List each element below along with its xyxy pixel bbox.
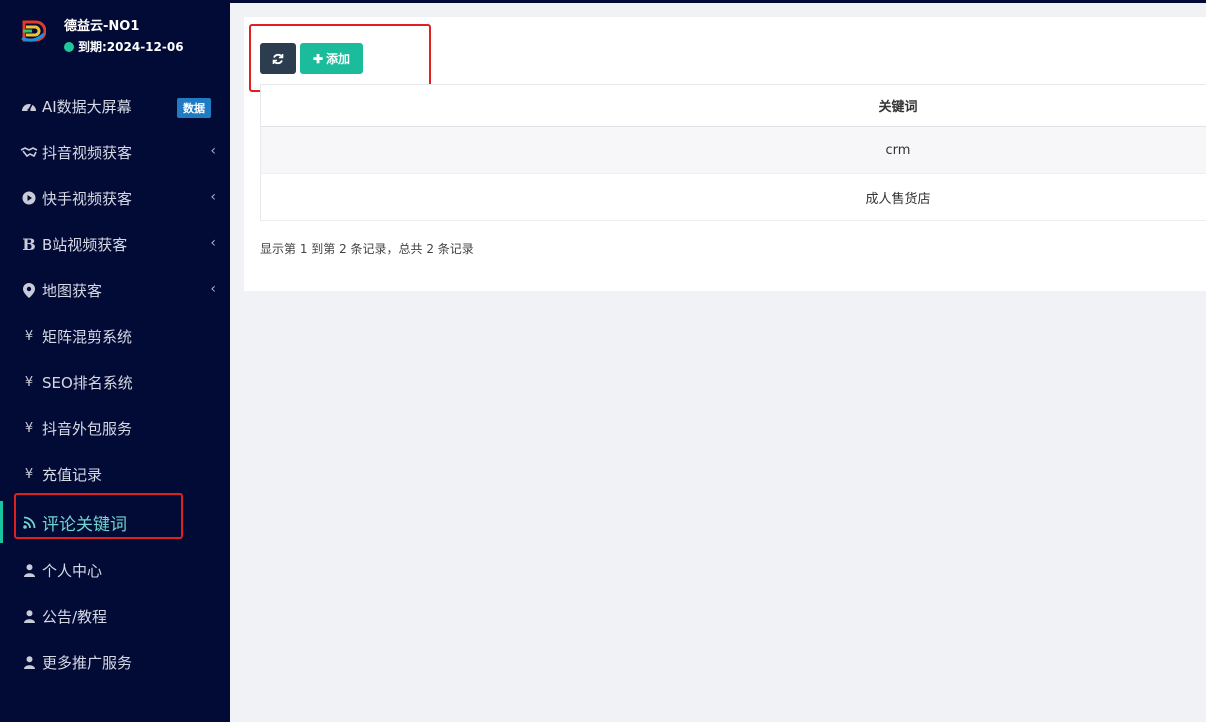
- yen-icon: ¥: [24, 374, 34, 390]
- table-left-border: [260, 84, 261, 221]
- brand-logo-icon: [21, 20, 46, 42]
- sidebar-item-douyin-outsourcing[interactable]: ¥ 抖音外包服务: [0, 405, 230, 451]
- sidebar-item-announcements[interactable]: 公告/教程: [0, 593, 230, 639]
- online-status-dot: [64, 41, 74, 52]
- top-border: [230, 0, 1206, 3]
- sidebar-item-douyin-video[interactable]: 抖音视频获客 ‹: [0, 129, 230, 175]
- keyword-cell: 成人售货店: [260, 173, 1206, 221]
- sidebar-item-label: 公告/教程: [42, 607, 108, 626]
- sidebar-item-label: 充值记录: [42, 465, 103, 484]
- expire-status: 到期:2024-12-06: [64, 38, 184, 55]
- column-header-keyword[interactable]: 关键词: [260, 84, 1206, 127]
- sidebar-item-label: 抖音外包服务: [42, 419, 133, 438]
- highlight-box-toolbar: [249, 24, 431, 92]
- user-icon: [20, 563, 38, 577]
- sidebar-item-label: 个人中心: [42, 561, 103, 580]
- sidebar-item-label: AI数据大屏幕: [42, 97, 132, 116]
- dashboard-icon: [20, 99, 38, 113]
- sidebar-item-more-promotion[interactable]: 更多推广服务: [0, 639, 230, 685]
- table-row[interactable]: crm: [260, 126, 1206, 174]
- sidebar-item-label: 地图获客: [42, 281, 103, 300]
- table-row[interactable]: 成人售货店: [260, 173, 1206, 221]
- bold-b-icon: B: [22, 234, 36, 254]
- sidebar-menu: AI数据大屏幕 数据 抖音视频获客 ‹ 快手视频获客 ‹ B B站视频获客 ‹: [0, 83, 230, 685]
- chevron-left-icon: ‹: [210, 281, 216, 297]
- sidebar-item-recharge-records[interactable]: ¥ 充值记录: [0, 451, 230, 497]
- data-badge: 数据: [177, 98, 211, 118]
- sidebar-item-label: SEO排名系统: [42, 373, 133, 392]
- yen-icon: ¥: [24, 420, 34, 436]
- keyword-table: 关键词 crm 成人售货店: [260, 84, 1206, 221]
- sidebar-item-label: B站视频获客: [42, 235, 128, 254]
- sidebar-item-label: 矩阵混剪系统: [42, 327, 133, 346]
- sidebar-item-matrix-edit[interactable]: ¥ 矩阵混剪系统: [0, 313, 230, 359]
- brand-header: 德益云-NO1 到期:2024-12-06: [0, 0, 230, 80]
- table-header-row: 关键词: [260, 84, 1206, 127]
- user-icon: [20, 655, 38, 669]
- user-icon: [20, 609, 38, 623]
- map-marker-icon: [20, 282, 38, 298]
- chevron-left-icon: ‹: [210, 189, 216, 205]
- sidebar-item-bilibili-video[interactable]: B B站视频获客 ‹: [0, 221, 230, 267]
- sidebar-item-map[interactable]: 地图获客 ‹: [0, 267, 230, 313]
- brand-name: 德益云-NO1: [64, 19, 140, 34]
- pagination-info: 显示第 1 到第 2 条记录，总共 2 条记录: [260, 242, 474, 256]
- sidebar-item-personal-center[interactable]: 个人中心: [0, 547, 230, 593]
- play-circle-icon: [20, 191, 38, 205]
- chevron-left-icon: ‹: [210, 143, 216, 159]
- yen-icon: ¥: [24, 466, 34, 482]
- sidebar-item-kuaishou-video[interactable]: 快手视频获客 ‹: [0, 175, 230, 221]
- expire-date: 到期:2024-12-06: [78, 40, 184, 54]
- chevron-left-icon: ‹: [210, 235, 216, 251]
- sidebar-item-label: 更多推广服务: [42, 653, 133, 672]
- sidebar: 德益云-NO1 到期:2024-12-06 AI数据大屏幕 数据 抖音视频获客 …: [0, 0, 230, 722]
- sidebar-item-seo-ranking[interactable]: ¥ SEO排名系统: [0, 359, 230, 405]
- sidebar-item-label: 快手视频获客: [42, 189, 133, 208]
- sidebar-item-ai-dashboard[interactable]: AI数据大屏幕 数据: [0, 83, 230, 129]
- keyword-panel: ✚ 添加 关键词 crm 成人售货店 显示第 1 到第 2 条记录，总共 2 条…: [244, 17, 1206, 291]
- yen-icon: ¥: [24, 328, 34, 344]
- keyword-cell: crm: [260, 126, 1206, 174]
- handshake-icon: [20, 146, 38, 158]
- highlight-box-sidebar: [14, 493, 183, 539]
- sidebar-item-label: 抖音视频获客: [42, 143, 133, 162]
